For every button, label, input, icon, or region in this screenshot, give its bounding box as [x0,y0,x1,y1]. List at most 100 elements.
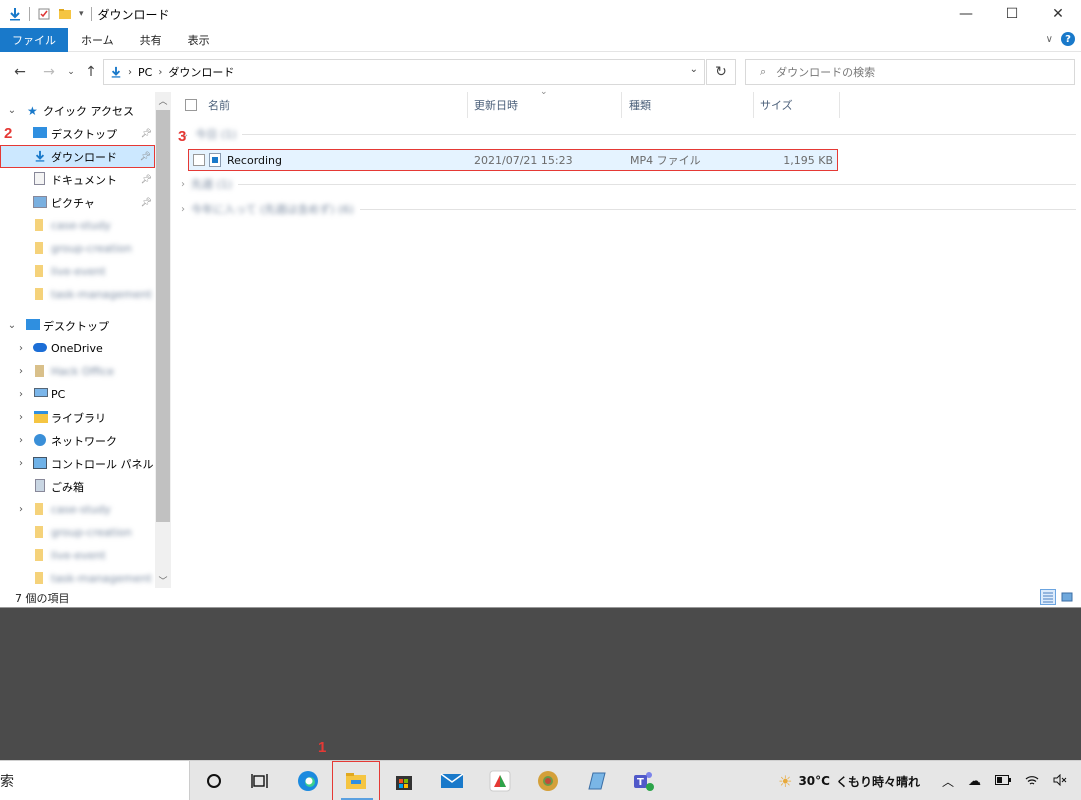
chevron-right-icon[interactable]: › [181,204,185,215]
tab-file[interactable]: ファイル [0,27,68,52]
chevron-right-icon[interactable]: › [16,435,26,446]
minimize-button[interactable]: — [943,0,989,28]
volume-muted-icon[interactable] [1053,773,1067,789]
tab-view[interactable]: 表示 [175,28,223,52]
nav-item-desktop[interactable]: デスクトップ 📌︎ [0,122,155,145]
nav-folder[interactable]: live-event [0,544,155,567]
search-placeholder: ダウンロードの検索 [776,66,876,79]
column-header-type[interactable]: 種類 [629,92,651,118]
refresh-button[interactable]: ↻ [706,59,736,85]
nav-label: ごみ箱 [51,480,84,494]
nav-item-user[interactable]: › Hack Office [0,360,155,383]
new-folder-icon[interactable] [58,7,72,21]
forward-arrow-icon[interactable]: → [38,61,60,83]
nav-item-documents[interactable]: ドキュメント 📌︎ [0,168,155,191]
nav-item-downloads[interactable]: ダウンロード 📌︎ [0,145,155,168]
battery-icon[interactable] [995,774,1011,788]
properties-icon[interactable] [37,7,51,21]
tab-share[interactable]: 共有 [127,28,175,52]
nav-folder[interactable]: live-event [0,260,155,283]
chevron-right-icon[interactable]: › [16,412,26,423]
breadcrumb-pc[interactable]: PC [138,66,152,79]
chevron-up-icon[interactable]: ︿ [942,773,954,790]
chevron-right-icon[interactable]: › [16,504,26,515]
nav-item-pc[interactable]: › PC [0,383,155,406]
cortana-icon[interactable] [190,761,238,800]
download-arrow-icon[interactable] [8,7,22,21]
svg-text:T: T [637,777,644,788]
file-row-recording[interactable]: Recording 2021/07/21 15:23 MP4 ファイル 1,19… [188,149,838,171]
teams-icon[interactable]: T [620,761,668,800]
nav-item-recycle-bin[interactable]: ごみ箱 [0,475,155,498]
chevron-right-icon[interactable]: › [181,179,185,190]
nav-item-network[interactable]: › ネットワーク [0,429,155,452]
task-view-icon[interactable] [236,761,284,800]
chevron-right-icon[interactable]: › [16,366,26,377]
taskbar-search-input[interactable]: 索 [0,761,190,800]
recent-locations-chevron-icon[interactable]: ⌄ [60,61,82,83]
nav-scrollbar[interactable]: ︿ ﹀ [155,92,171,588]
nav-folder[interactable]: task-management [0,283,155,306]
column-header-size[interactable]: サイズ [760,92,793,118]
chevron-down-icon[interactable]: ⌄ [7,320,17,331]
search-input[interactable]: ⌕ ダウンロードの検索 [745,59,1075,85]
nav-folder[interactable]: case-study [0,214,155,237]
step-marker-1: 1 [318,739,327,756]
mail-icon[interactable] [428,761,476,800]
nav-desktop-root[interactable]: ⌄ デスクトップ [0,314,155,337]
edge-icon[interactable] [284,761,332,800]
row-checkbox[interactable] [193,150,205,170]
chevron-down-icon[interactable]: ⌄ [7,105,17,116]
notepad-icon[interactable] [572,761,620,800]
scroll-thumb[interactable] [156,110,170,522]
address-dropdown-icon[interactable]: ⌄ [690,64,698,75]
up-arrow-icon[interactable]: ↑ [80,61,102,83]
close-button[interactable]: ✕ [1035,0,1081,28]
column-divider [839,92,840,118]
maximize-button[interactable]: ☐ [989,0,1035,28]
file-explorer-taskbar-icon[interactable] [332,761,380,800]
group-header-this-year[interactable]: › 今年に入って (先週は含めず) (6) [181,199,1076,219]
large-icons-view-icon[interactable] [1059,589,1075,605]
group-header-last-week[interactable]: › 先週 (1) [181,174,1076,194]
expand-ribbon-icon[interactable]: ∨ [1046,34,1053,45]
select-all-checkbox[interactable] [185,92,197,118]
chevron-right-icon[interactable]: › [16,389,26,400]
group-header-today[interactable]: ⌄ 今日 (1) [181,124,1076,144]
chrome-icon[interactable] [524,761,572,800]
scroll-up-icon[interactable]: ︿ [155,92,171,108]
onedrive-tray-icon[interactable]: ☁ [968,774,981,789]
desktop-icon [33,127,47,138]
details-view-icon[interactable] [1040,589,1056,605]
nav-folder[interactable]: group-creation [0,237,155,260]
folder-icon [35,526,43,538]
chevron-right-icon[interactable]: › [16,458,26,469]
temperature[interactable]: 30°C [798,774,830,788]
nav-item-libraries[interactable]: › ライブラリ [0,406,155,429]
nav-quick-access[interactable]: ⌄ ★ クイック アクセス [0,99,155,122]
weather-icon[interactable]: ☀ [778,772,792,791]
back-arrow-icon[interactable]: ← [9,61,31,83]
customize-toolbar-icon[interactable]: ▾ [79,9,84,19]
scroll-down-icon[interactable]: ﹀ [155,572,171,588]
address-bar[interactable]: › PC › ダウンロード ⌄ [103,59,705,85]
weather-text[interactable]: くもり時々晴れ [836,773,920,790]
wifi-icon[interactable] [1025,774,1039,789]
nav-item-pictures[interactable]: ピクチャ 📌︎ [0,191,155,214]
column-header-date[interactable]: 更新日時 [474,92,518,118]
nav-item-onedrive[interactable]: › OneDrive [0,337,155,360]
nav-folder[interactable]: task-management [0,567,155,588]
help-icon[interactable]: ? [1061,32,1075,46]
nav-folder[interactable]: › case-study [0,498,155,521]
chevron-right-icon[interactable]: › [16,343,26,354]
nav-item-control-panel[interactable]: › コントロール パネル [0,452,155,475]
library-icon [34,411,48,423]
breadcrumb-downloads[interactable]: ダウンロード [168,64,234,80]
file-explorer-window: ▾ ダウンロード — ☐ ✕ ファイル ホーム 共有 表示 ∨ ? ← → ⌄ … [0,0,1081,608]
store-icon[interactable] [380,761,428,800]
tab-home[interactable]: ホーム [68,28,127,52]
pin-icon: 📌︎ [140,174,152,185]
column-header-name[interactable]: 名前 [208,92,230,118]
nav-folder[interactable]: group-creation [0,521,155,544]
app-icon[interactable] [476,761,524,800]
